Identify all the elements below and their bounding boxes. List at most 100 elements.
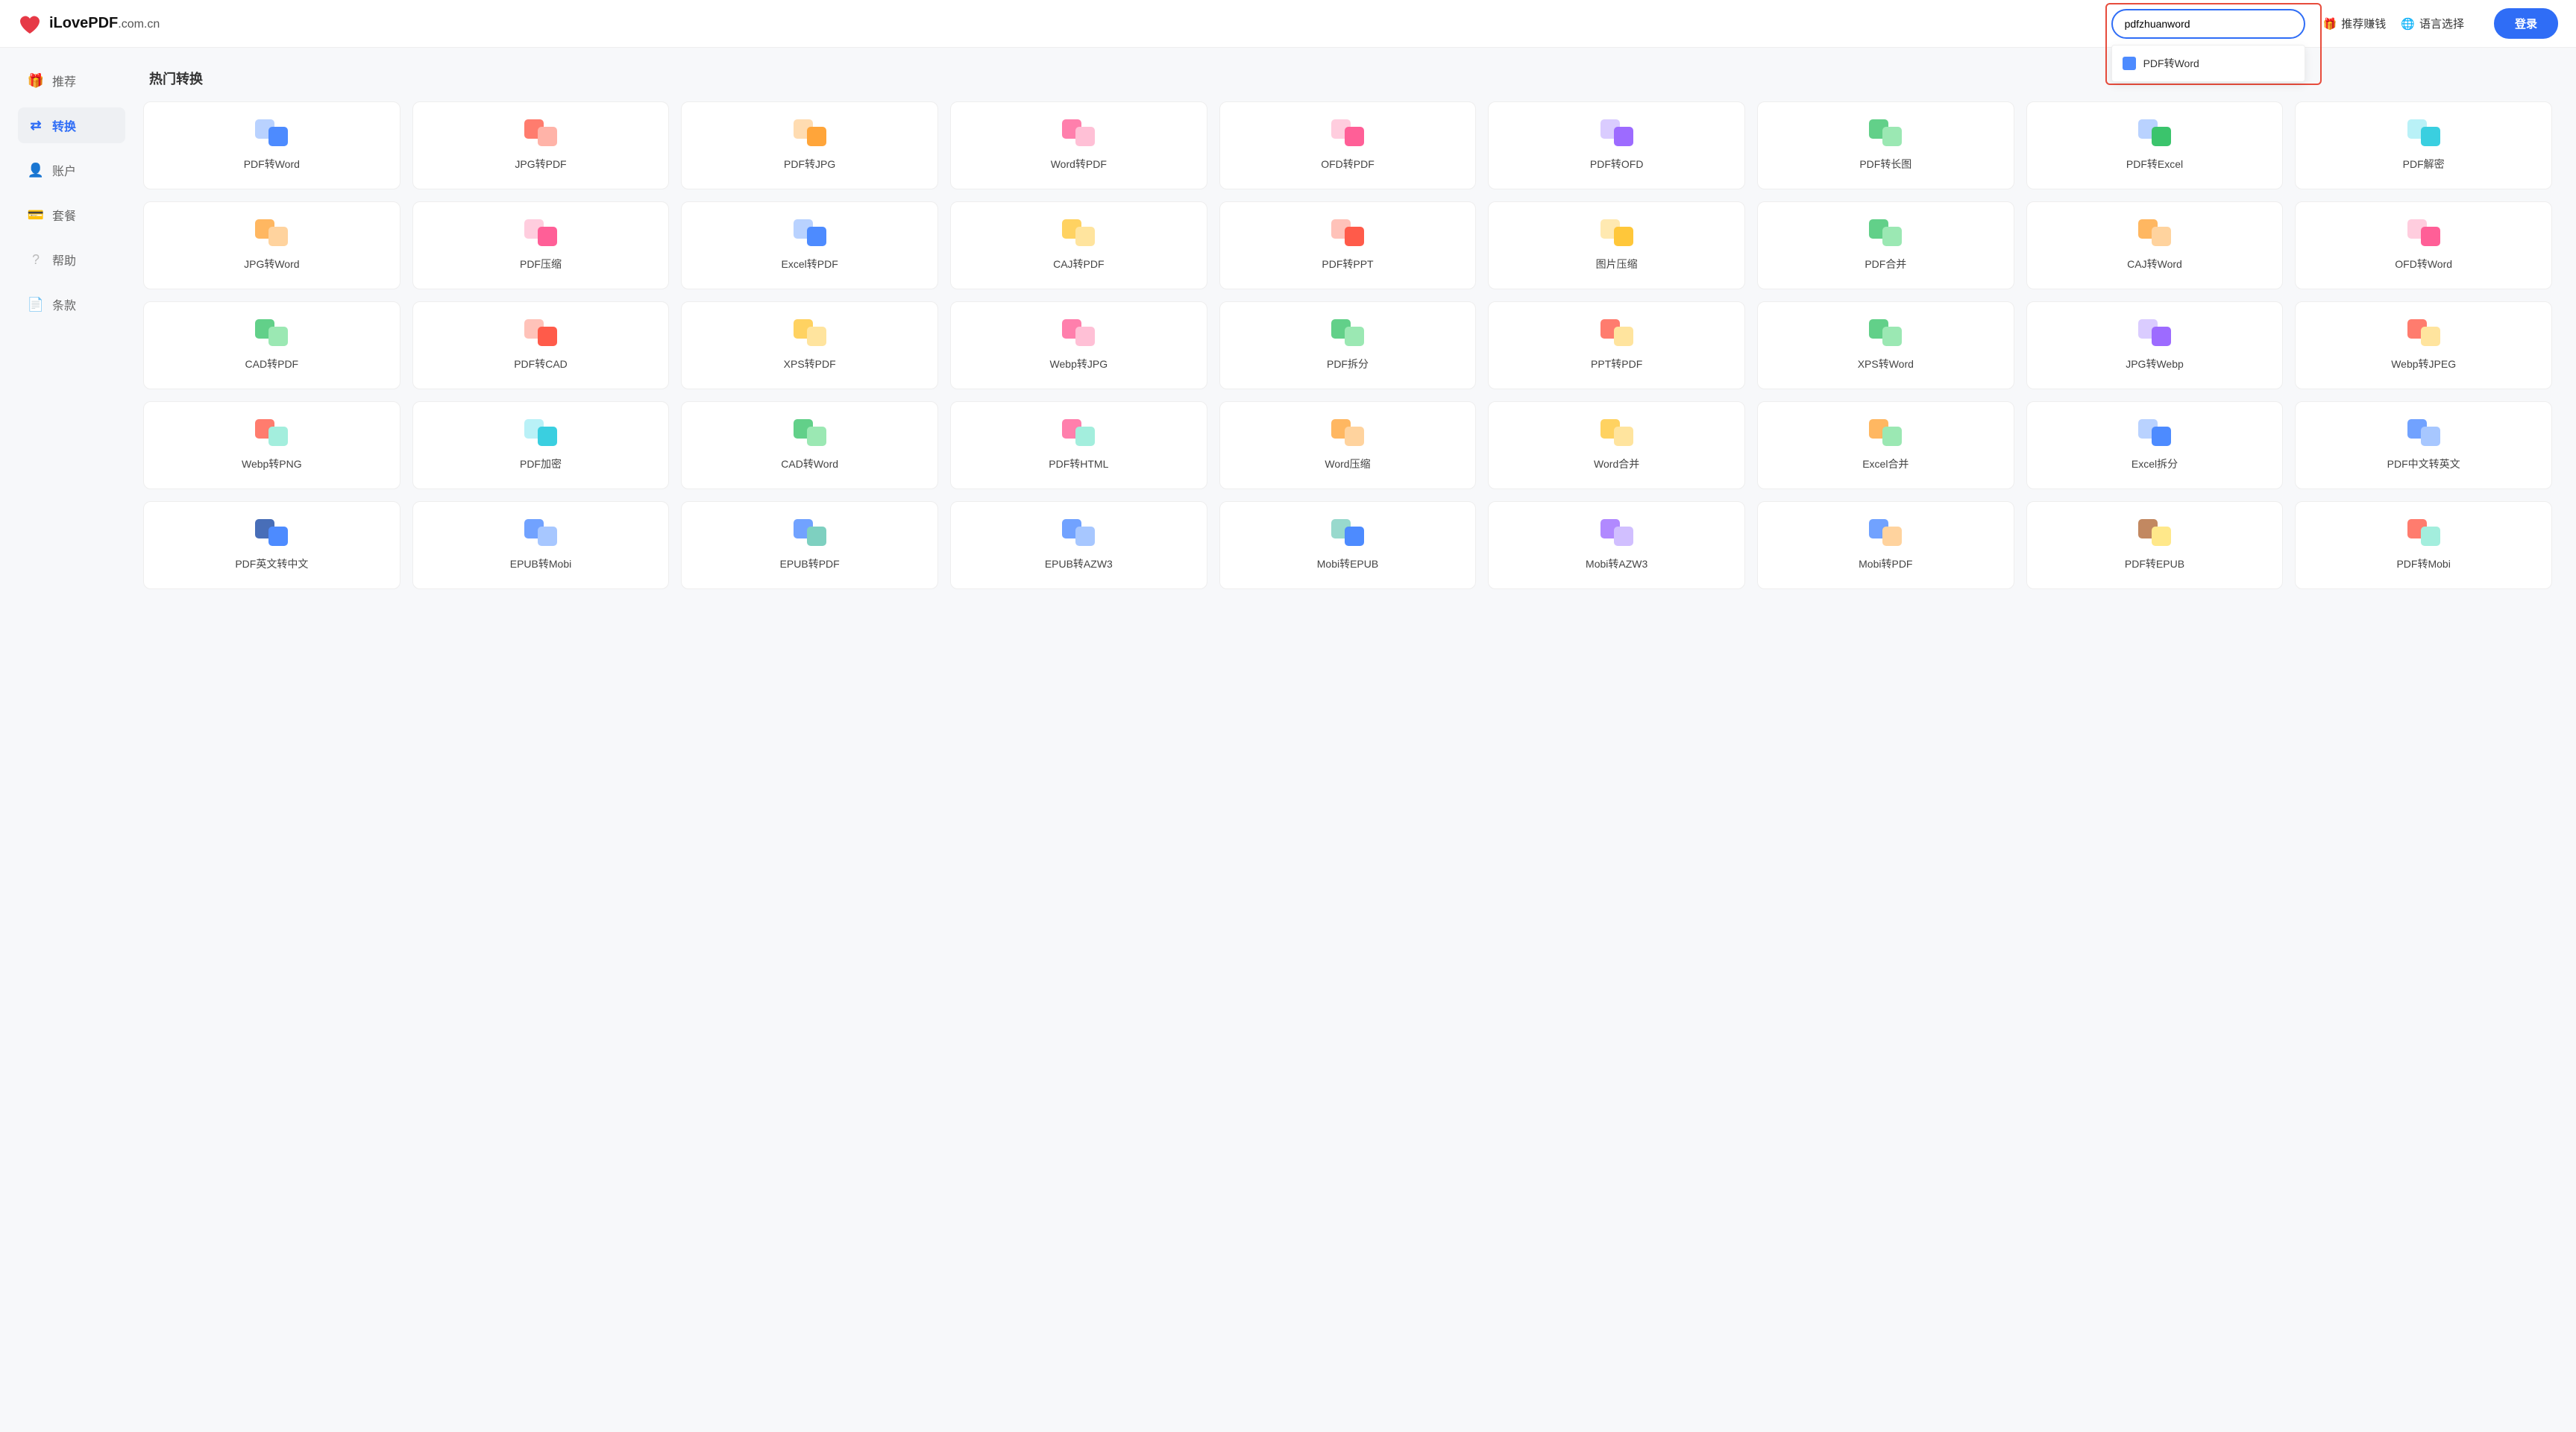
tool-card[interactable]: PDF合并 [1757, 201, 2014, 289]
tool-label: Word合并 [1594, 456, 1639, 471]
tool-card[interactable]: JPG转PDF [412, 101, 670, 189]
logo[interactable]: iLovePDF.com.cn [18, 12, 160, 36]
tool-card[interactable]: PDF解密 [2295, 101, 2552, 189]
tool-card[interactable]: Word转PDF [950, 101, 1207, 189]
tool-card[interactable]: PDF转Excel [2026, 101, 2284, 189]
tool-icon [794, 219, 826, 246]
tool-card[interactable]: CAD转PDF [143, 301, 400, 389]
tool-card[interactable]: PDF转Mobi [2295, 501, 2552, 589]
tool-card[interactable]: PDF转长图 [1757, 101, 2014, 189]
tool-card[interactable]: PDF压缩 [412, 201, 670, 289]
referral-link[interactable]: 🎁 推荐赚钱 [2323, 16, 2387, 31]
sidebar-item-label: 账户 [52, 161, 76, 179]
tool-icon [794, 119, 826, 146]
tool-label: JPG转Webp [2126, 357, 2184, 371]
search-area: PDF转Word [2111, 9, 2305, 39]
tool-label: PDF转HTML [1049, 456, 1108, 471]
sidebar-item-转换[interactable]: ⇄转换 [18, 107, 125, 143]
tool-icon [524, 319, 557, 346]
tool-card[interactable]: Excel转PDF [681, 201, 938, 289]
search-input[interactable] [2111, 9, 2305, 39]
tool-card[interactable]: Webp转JPG [950, 301, 1207, 389]
help-icon: ? [28, 252, 43, 267]
tool-card[interactable]: XPS转Word [1757, 301, 2014, 389]
tool-card[interactable]: Excel拆分 [2026, 401, 2284, 489]
tool-icon [524, 219, 557, 246]
tool-card[interactable]: PDF拆分 [1219, 301, 1477, 389]
tool-icon [1600, 119, 1633, 146]
tool-card[interactable]: PDF转JPG [681, 101, 938, 189]
tool-card[interactable]: PDF英文转中文 [143, 501, 400, 589]
tool-icon [2407, 519, 2440, 546]
tool-card[interactable]: JPG转Webp [2026, 301, 2284, 389]
sidebar-item-账户[interactable]: 👤 账户 [18, 152, 125, 188]
tool-card[interactable]: OFD转Word [2295, 201, 2552, 289]
tool-card[interactable]: EPUB转Mobi [412, 501, 670, 589]
language-selector[interactable]: 🌐 语言选择 [2401, 16, 2464, 31]
tool-label: JPG转Word [244, 257, 299, 271]
gift-icon: 🎁 [2323, 17, 2337, 31]
tool-icon [1062, 219, 1095, 246]
tool-label: PDF压缩 [520, 257, 562, 271]
tool-icon [2138, 419, 2171, 446]
tool-icon [794, 519, 826, 546]
header: iLovePDF.com.cn PDF转Word 🎁 推荐赚钱 🌐 语言选择 登… [0, 0, 2576, 48]
tool-icon [255, 219, 288, 246]
gift-icon: 🎁 [28, 73, 43, 88]
terms-icon: 📄 [28, 297, 43, 312]
sidebar-item-条款[interactable]: 📄条款 [18, 286, 125, 322]
tool-label: EPUB转PDF [780, 556, 840, 571]
tool-card[interactable]: PDF转EPUB [2026, 501, 2284, 589]
tool-card[interactable]: PDF中文转英文 [2295, 401, 2552, 489]
tool-icon [1600, 519, 1633, 546]
tool-icon [1600, 419, 1633, 446]
tool-card[interactable]: JPG转Word [143, 201, 400, 289]
tool-card[interactable]: PDF转CAD [412, 301, 670, 389]
tool-icon [2407, 119, 2440, 146]
tool-card[interactable]: PDF转HTML [950, 401, 1207, 489]
language-label: 语言选择 [2419, 16, 2464, 31]
tool-card[interactable]: 图片压缩 [1488, 201, 1745, 289]
user-icon: 👤 [28, 163, 43, 178]
tool-icon [2138, 219, 2171, 246]
tool-card[interactable]: CAD转Word [681, 401, 938, 489]
tool-card[interactable]: Webp转JPEG [2295, 301, 2552, 389]
tool-label: PDF转长图 [1859, 157, 1911, 172]
tool-label: PDF转CAD [514, 357, 568, 371]
tool-icon [2138, 119, 2171, 146]
tools-grid: PDF转WordJPG转PDFPDF转JPGWord转PDFOFD转PDFPDF… [143, 101, 2552, 589]
tool-card[interactable]: PPT转PDF [1488, 301, 1745, 389]
tool-card[interactable]: Word合并 [1488, 401, 1745, 489]
sidebar-item-帮助[interactable]: ? 帮助 [18, 242, 125, 277]
sidebar-item-套餐[interactable]: 💳套餐 [18, 197, 125, 233]
sidebar-item-label: 帮助 [52, 251, 76, 268]
tool-card[interactable]: XPS转PDF [681, 301, 938, 389]
tool-icon [1869, 319, 1902, 346]
tool-card[interactable]: PDF转OFD [1488, 101, 1745, 189]
tool-card[interactable]: Word压缩 [1219, 401, 1477, 489]
tool-card[interactable]: OFD转PDF [1219, 101, 1477, 189]
login-button[interactable]: 登录 [2494, 8, 2558, 39]
tool-card[interactable]: PDF转Word [143, 101, 400, 189]
tool-label: PDF转Word [244, 157, 300, 172]
tool-card[interactable]: Webp转PNG [143, 401, 400, 489]
tool-card[interactable]: EPUB转PDF [681, 501, 938, 589]
tool-card[interactable]: PDF转PPT [1219, 201, 1477, 289]
tool-label: PDF加密 [520, 456, 562, 471]
tool-card[interactable]: PDF加密 [412, 401, 670, 489]
tool-card[interactable]: Mobi转EPUB [1219, 501, 1477, 589]
search-suggestion-item[interactable]: PDF转Word [2112, 48, 2305, 78]
tool-label: CAJ转Word [2127, 257, 2182, 271]
sidebar-item-推荐[interactable]: 🎁推荐 [18, 63, 125, 98]
tool-icon [1331, 119, 1364, 146]
tool-card[interactable]: Mobi转PDF [1757, 501, 2014, 589]
tool-card[interactable]: Excel合并 [1757, 401, 2014, 489]
tool-label: Webp转PNG [242, 456, 302, 471]
tool-label: Excel合并 [1862, 456, 1909, 471]
tool-card[interactable]: EPUB转AZW3 [950, 501, 1207, 589]
tool-card[interactable]: CAJ转PDF [950, 201, 1207, 289]
tool-card[interactable]: CAJ转Word [2026, 201, 2284, 289]
tool-card[interactable]: Mobi转AZW3 [1488, 501, 1745, 589]
tool-icon [794, 419, 826, 446]
header-nav: 🎁 推荐赚钱 🌐 语言选择 登录 [2323, 8, 2558, 39]
